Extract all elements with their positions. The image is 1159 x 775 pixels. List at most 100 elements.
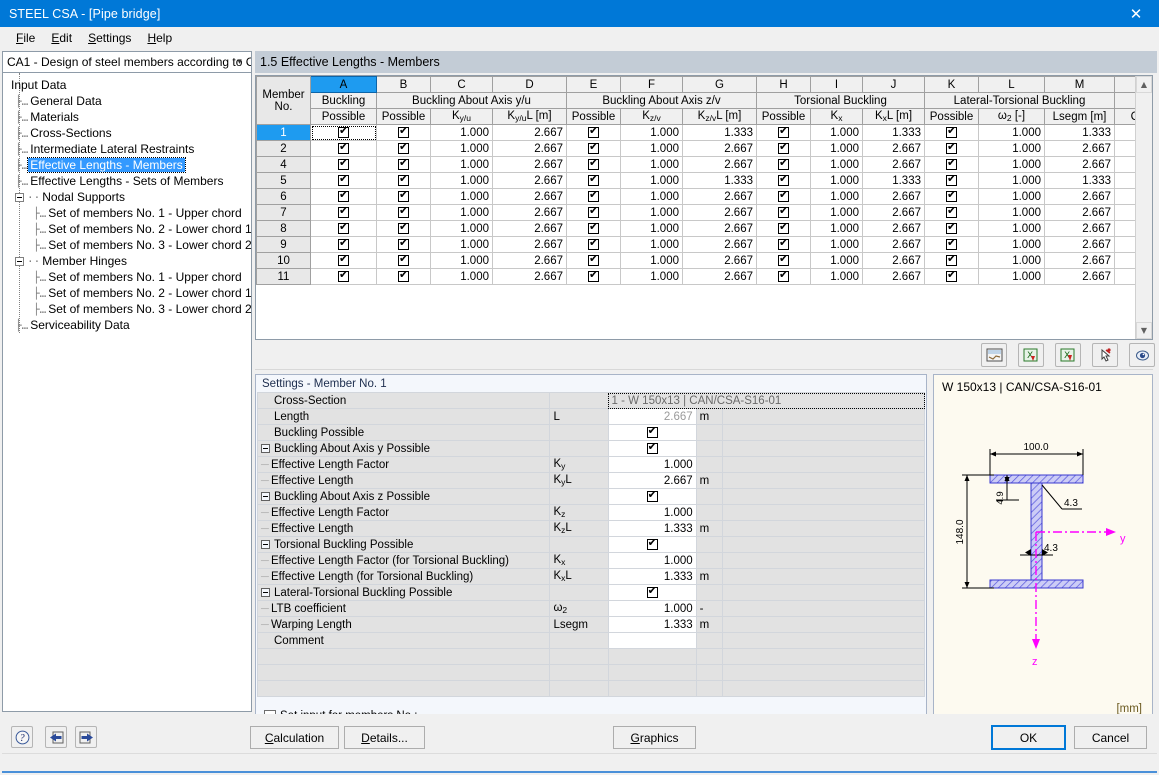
cell-y_possible[interactable] xyxy=(376,140,431,157)
settings-value-cell[interactable] xyxy=(607,488,697,505)
cell-kxl[interactable]: 2.667 xyxy=(862,268,925,285)
settings-value-cell[interactable]: 1.000 xyxy=(607,456,697,473)
tree-collapse-icon[interactable] xyxy=(261,443,270,453)
settings-row-effective-length-factor-for-torsional-buckling[interactable]: ─ Effective Length Factor (for Torsional … xyxy=(256,552,926,569)
cell-t_possible[interactable] xyxy=(756,156,811,173)
cell-z_possible[interactable] xyxy=(566,236,621,253)
cell-kzl[interactable]: 1.333 xyxy=(682,172,757,189)
checkbox-z_possible[interactable] xyxy=(588,270,599,282)
cell-kyl[interactable]: 2.667 xyxy=(492,204,567,221)
table-row[interactable]: 41.0002.6671.0002.6671.0002.6671.0002.66… xyxy=(256,156,1152,173)
settings-value-cell[interactable]: 1.000 xyxy=(607,600,697,617)
cell-z_possible[interactable] xyxy=(566,124,621,141)
cell-buckling[interactable] xyxy=(310,140,377,157)
checkbox-t_possible[interactable] xyxy=(778,158,789,170)
cell-ky[interactable]: 1.000 xyxy=(430,124,493,141)
row-header-7[interactable]: 7 xyxy=(256,204,311,221)
cell-kxl[interactable]: 2.667 xyxy=(862,252,925,269)
checkbox-t_possible[interactable] xyxy=(778,142,789,154)
cell-ltb_possible[interactable] xyxy=(924,140,979,157)
sidebar-item-serviceability-data[interactable]: ├… Serviceability Data xyxy=(3,317,251,333)
cell-ky[interactable]: 1.000 xyxy=(430,188,493,205)
cell-y_possible[interactable] xyxy=(376,188,431,205)
cell-kxl[interactable]: 2.667 xyxy=(862,220,925,237)
checkbox-ltb_possible[interactable] xyxy=(946,174,957,186)
cell-ky[interactable]: 1.000 xyxy=(430,156,493,173)
cell-lsegm[interactable]: 2.667 xyxy=(1044,156,1115,173)
checkbox-y_possible[interactable] xyxy=(398,174,409,186)
cell-kzl[interactable]: 2.667 xyxy=(682,252,757,269)
cell-kz[interactable]: 1.000 xyxy=(620,124,683,141)
tree-collapse-icon[interactable] xyxy=(15,193,24,203)
column-header-D[interactable]: D xyxy=(492,76,567,93)
settings-value-cell[interactable] xyxy=(607,440,697,457)
sidebar-item-general-data[interactable]: ├… General Data xyxy=(3,93,251,109)
column-header-I[interactable]: I xyxy=(810,76,863,93)
cell-kz[interactable]: 1.000 xyxy=(620,172,683,189)
scroll-down-icon[interactable]: ▼ xyxy=(1136,322,1152,339)
cell-lsegm[interactable]: 2.667 xyxy=(1044,236,1115,253)
checkbox-z_possible[interactable] xyxy=(588,254,599,266)
cell-buckling[interactable] xyxy=(310,252,377,269)
checkbox-y_possible[interactable] xyxy=(398,222,409,234)
row-header-10[interactable]: 10 xyxy=(256,252,311,269)
checkbox-y_possible[interactable] xyxy=(398,190,409,202)
settings-value-cell[interactable]: 1.333 xyxy=(607,616,697,633)
row-header-4[interactable]: 4 xyxy=(256,156,311,173)
menu-file[interactable]: File xyxy=(8,29,43,47)
cell-z_possible[interactable] xyxy=(566,252,621,269)
cell-y_possible[interactable] xyxy=(376,124,431,141)
settings-checkbox[interactable] xyxy=(646,442,658,454)
table-row[interactable]: 61.0002.6671.0002.6671.0002.6671.0002.66… xyxy=(256,188,1152,205)
column-header-G[interactable]: G xyxy=(682,76,757,93)
checkbox-ltb_possible[interactable] xyxy=(946,190,957,202)
cell-ltb_possible[interactable] xyxy=(924,268,979,285)
cell-z_possible[interactable] xyxy=(566,268,621,285)
checkbox-ltb_possible[interactable] xyxy=(946,270,957,282)
sidebar-item-set-of-members-no-3-lower-chord-2[interactable]: ├… Set of members No. 3 - Lower chord 2 xyxy=(3,237,252,253)
cell-kyl[interactable]: 2.667 xyxy=(492,156,567,173)
cell-y_possible[interactable] xyxy=(376,204,431,221)
checkbox-y_possible[interactable] xyxy=(398,158,409,170)
settings-row-buckling-possible[interactable]: Buckling Possible xyxy=(256,424,926,441)
cell-w2[interactable]: 1.000 xyxy=(978,156,1045,173)
cell-ky[interactable]: 1.000 xyxy=(430,220,493,237)
checkbox-y_possible[interactable] xyxy=(398,206,409,218)
cell-ky[interactable]: 1.000 xyxy=(430,236,493,253)
checkbox-y_possible[interactable] xyxy=(398,270,409,282)
settings-row-torsional-buckling-possible[interactable]: Torsional Buckling Possible xyxy=(256,536,926,553)
sidebar-item-set-of-members-no-2-lower-chord-1[interactable]: ├… Set of members No. 2 - Lower chord 1 xyxy=(3,221,252,237)
cell-w2[interactable]: 1.000 xyxy=(978,188,1045,205)
checkbox-ltb_possible[interactable] xyxy=(946,206,957,218)
sidebar-item-set-of-members-no-3-lower-chord-2[interactable]: ├… Set of members No. 3 - Lower chord 2 xyxy=(3,301,252,317)
checkbox-y_possible[interactable] xyxy=(398,238,409,250)
column-header-A[interactable]: A xyxy=(310,76,377,93)
cell-kz[interactable]: 1.000 xyxy=(620,204,683,221)
settings-checkbox[interactable] xyxy=(646,538,658,550)
column-header-C[interactable]: C xyxy=(430,76,493,93)
cancel-button[interactable]: Cancel xyxy=(1074,726,1147,749)
sidebar-item-input-data[interactable]: Input Data xyxy=(3,77,251,93)
settings-value-cell[interactable]: 1.000 xyxy=(607,552,697,569)
cell-t_possible[interactable] xyxy=(756,236,811,253)
cell-w2[interactable]: 1.000 xyxy=(978,252,1045,269)
checkbox-buckling[interactable] xyxy=(338,206,349,218)
cell-z_possible[interactable] xyxy=(566,204,621,221)
cell-kyl[interactable]: 2.667 xyxy=(492,172,567,189)
cell-ltb_possible[interactable] xyxy=(924,172,979,189)
cell-z_possible[interactable] xyxy=(566,156,621,173)
corner-header[interactable]: Member No. xyxy=(256,76,311,125)
column-header-B[interactable]: B xyxy=(376,76,431,93)
table-row[interactable]: 81.0002.6671.0002.6671.0002.6671.0002.66… xyxy=(256,220,1152,237)
checkbox-buckling[interactable] xyxy=(338,142,349,154)
cell-y_possible[interactable] xyxy=(376,268,431,285)
column-header-E[interactable]: E xyxy=(566,76,621,93)
tree-collapse-icon[interactable] xyxy=(261,491,270,501)
cell-kz[interactable]: 1.000 xyxy=(620,268,683,285)
cell-lsegm[interactable]: 2.667 xyxy=(1044,188,1115,205)
cell-buckling[interactable] xyxy=(310,156,377,173)
cell-t_possible[interactable] xyxy=(756,140,811,157)
cell-ltb_possible[interactable] xyxy=(924,252,979,269)
checkbox-buckling[interactable] xyxy=(338,158,349,170)
cell-kzl[interactable]: 2.667 xyxy=(682,204,757,221)
